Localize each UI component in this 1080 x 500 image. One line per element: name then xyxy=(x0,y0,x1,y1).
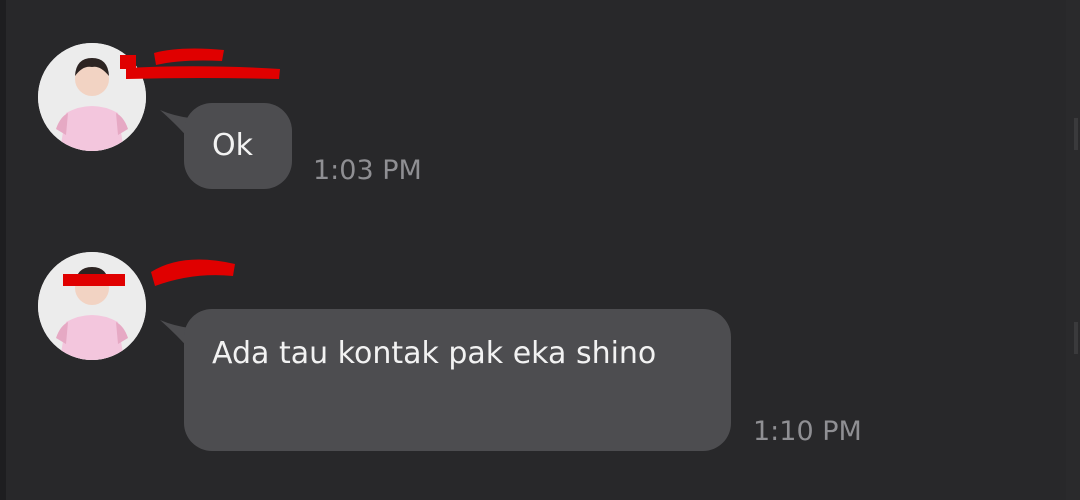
message-timestamp: 1:03 PM xyxy=(313,155,422,186)
message-row: Ada tau kontak pak eka shino 1:10 PM xyxy=(0,210,1080,500)
message-text: Ada tau kontak pak eka shino xyxy=(212,336,657,371)
message-text: Ok xyxy=(212,128,253,163)
message-bubble[interactable]: Ada tau kontak pak eka shino xyxy=(184,309,731,451)
message-row: Ok 1:03 PM xyxy=(0,0,1080,200)
message-bubble[interactable]: Ok xyxy=(184,103,292,189)
redacted-sender-name xyxy=(63,259,235,286)
chat-view: Ok 1:03 PM Ada tau kontak pak eka shino … xyxy=(0,0,1080,500)
message-timestamp: 1:10 PM xyxy=(753,416,862,447)
redacted-sender-name xyxy=(120,48,280,79)
